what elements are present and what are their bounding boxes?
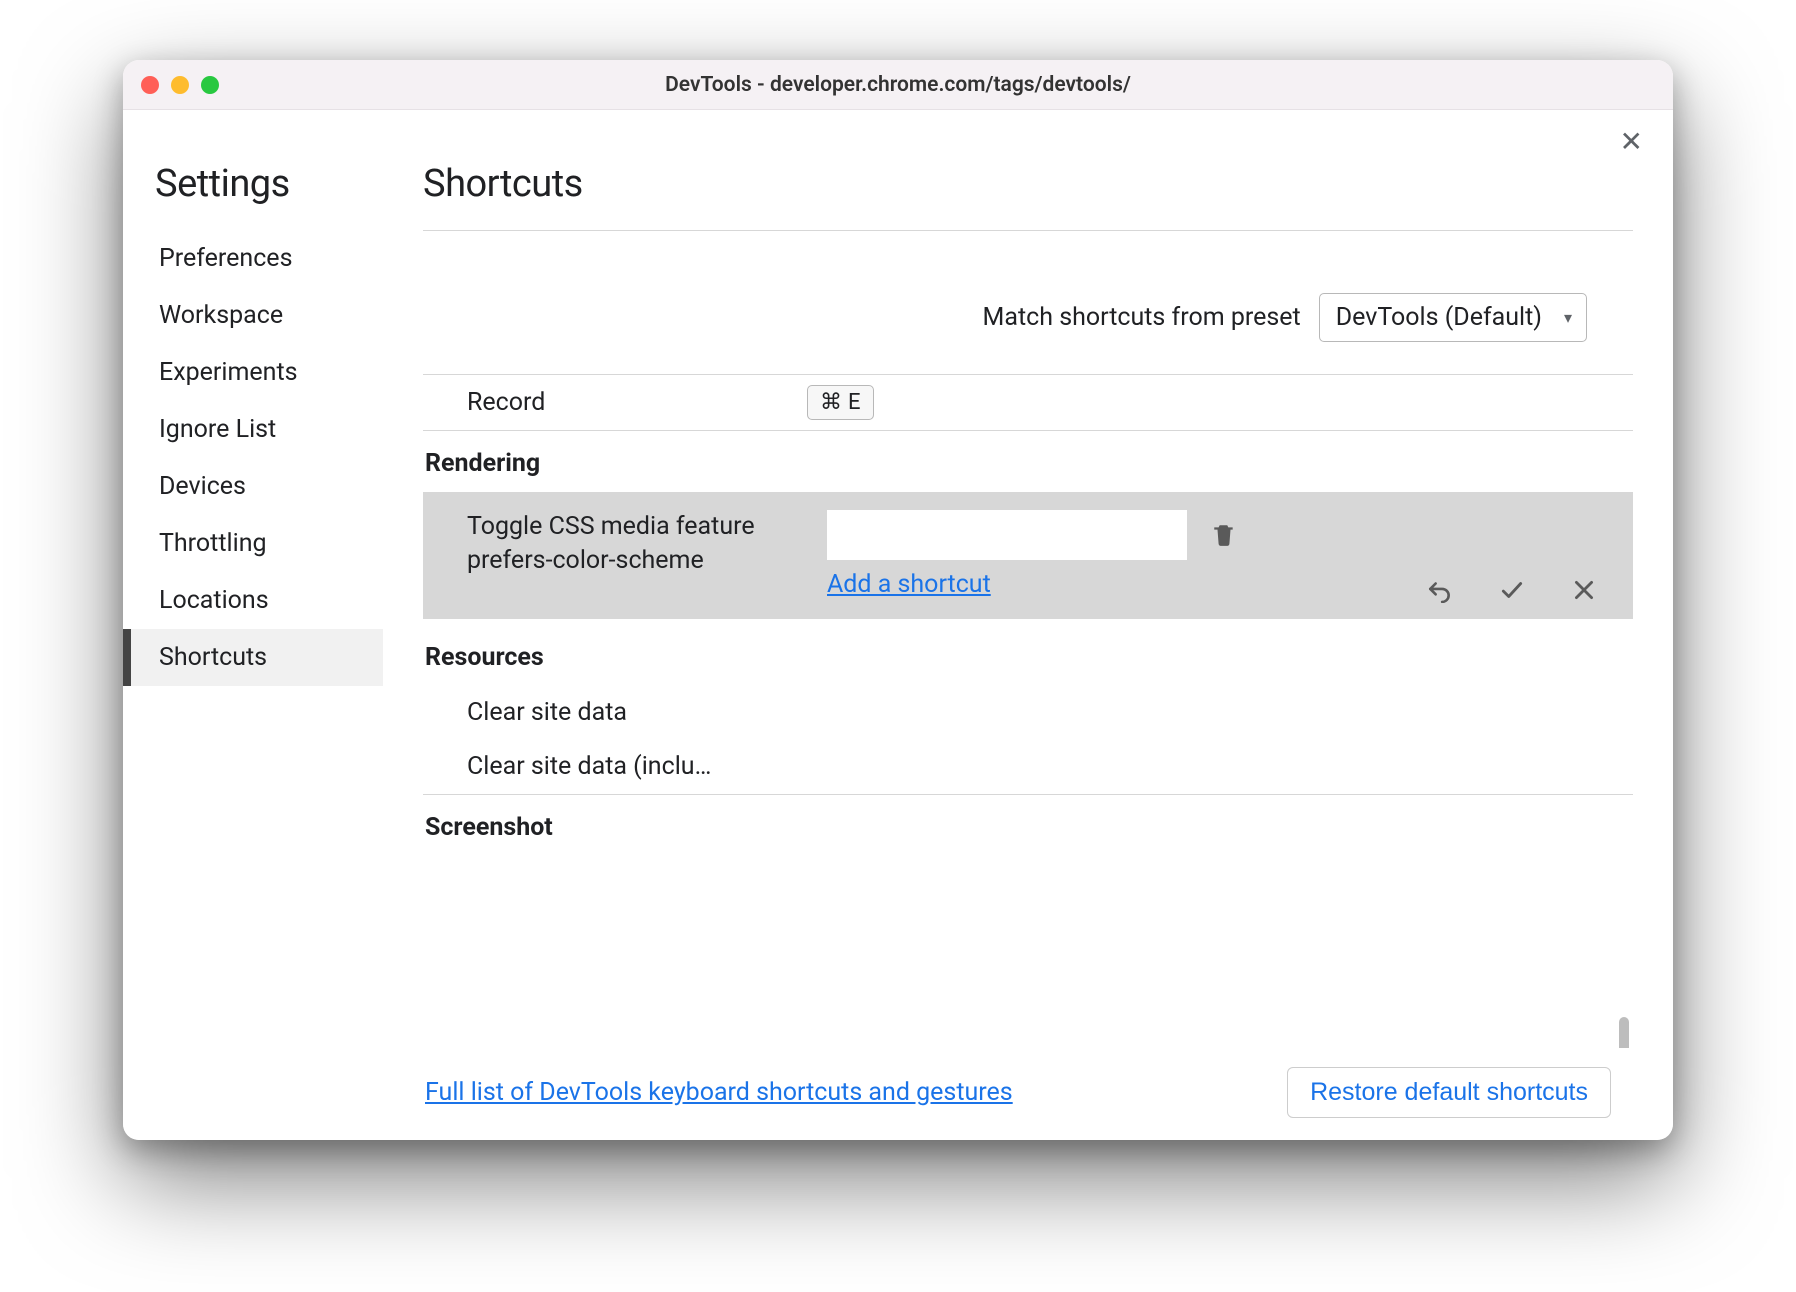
restore-defaults-button[interactable]: Restore default shortcuts: [1287, 1067, 1611, 1118]
traffic-lights: [141, 76, 219, 94]
sidebar-item-experiments[interactable]: Experiments: [123, 344, 383, 401]
record-row-section: Record ⌘ E: [423, 374, 1633, 431]
content: ✕ Settings Preferences Workspace Experim…: [123, 110, 1673, 1140]
shortcut-label: Clear site data: [467, 696, 807, 730]
sidebar-item-devices[interactable]: Devices: [123, 458, 383, 515]
preset-select[interactable]: DevTools (Default): [1319, 293, 1587, 342]
sidebar-item-throttling[interactable]: Throttling: [123, 515, 383, 572]
shortcut-row-record[interactable]: Record ⌘ E: [423, 374, 1633, 431]
undo-shortcut-button[interactable]: [1427, 577, 1453, 603]
sidebar-item-ignore-list[interactable]: Ignore List: [123, 401, 383, 458]
sidebar: Settings Preferences Workspace Experimen…: [123, 110, 383, 1140]
key-letter: E: [848, 390, 861, 415]
shortcut-input[interactable]: [827, 510, 1187, 560]
shortcut-key-chip: ⌘ E: [807, 385, 874, 420]
titlebar: DevTools - developer.chrome.com/tags/dev…: [123, 60, 1673, 110]
full-shortcuts-list-link[interactable]: Full list of DevTools keyboard shortcuts…: [425, 1078, 1257, 1107]
window-title: DevTools - developer.chrome.com/tags/dev…: [123, 73, 1673, 97]
preset-select-value: DevTools (Default): [1336, 303, 1542, 332]
sidebar-item-locations[interactable]: Locations: [123, 572, 383, 629]
window-zoom-button[interactable]: [201, 76, 219, 94]
sidebar-item-shortcuts[interactable]: Shortcuts: [123, 629, 383, 686]
window-close-button[interactable]: [141, 76, 159, 94]
shortcut-row[interactable]: Clear site data (inclu…: [423, 740, 1633, 794]
sidebar-title: Settings: [155, 162, 383, 206]
key-modifier: ⌘: [820, 390, 842, 415]
shortcut-row-editing: Toggle CSS media feature prefers-color-s…: [423, 492, 1633, 619]
shortcut-label: Clear site data (inclu…: [467, 750, 807, 784]
confirm-shortcut-button[interactable]: [1499, 577, 1525, 603]
section-title-screenshot: Screenshot: [423, 795, 1633, 856]
section-rendering: Rendering Toggle CSS media feature prefe…: [423, 431, 1633, 619]
preset-row: Match shortcuts from preset DevTools (De…: [423, 231, 1633, 374]
editing-actions: [1427, 577, 1597, 603]
add-shortcut-link[interactable]: Add a shortcut: [827, 570, 991, 599]
section-screenshot: Screenshot: [423, 794, 1633, 856]
section-resources: Resources Clear site data Clear site dat…: [423, 619, 1633, 794]
section-title-resources: Resources: [423, 619, 1633, 686]
scrollbar-thumb[interactable]: [1619, 1017, 1629, 1048]
cancel-shortcut-button[interactable]: [1571, 577, 1597, 603]
shortcut-row[interactable]: Clear site data: [423, 686, 1633, 740]
section-title-rendering: Rendering: [423, 431, 1633, 492]
shortcuts-scroll-area[interactable]: Match shortcuts from preset DevTools (De…: [423, 231, 1633, 1048]
devtools-settings-window: DevTools - developer.chrome.com/tags/dev…: [123, 60, 1673, 1140]
window-minimize-button[interactable]: [171, 76, 189, 94]
footer-row: Full list of DevTools keyboard shortcuts…: [423, 1048, 1633, 1140]
delete-shortcut-button[interactable]: [1211, 522, 1237, 548]
main-panel: Shortcuts Match shortcuts from preset De…: [383, 110, 1673, 1140]
shortcut-label: Record: [467, 386, 807, 420]
page-title: Shortcuts: [423, 162, 1633, 206]
preset-label: Match shortcuts from preset: [983, 303, 1301, 332]
sidebar-item-workspace[interactable]: Workspace: [123, 287, 383, 344]
shortcut-label: Toggle CSS media feature prefers-color-s…: [467, 510, 807, 578]
sidebar-item-preferences[interactable]: Preferences: [123, 230, 383, 287]
